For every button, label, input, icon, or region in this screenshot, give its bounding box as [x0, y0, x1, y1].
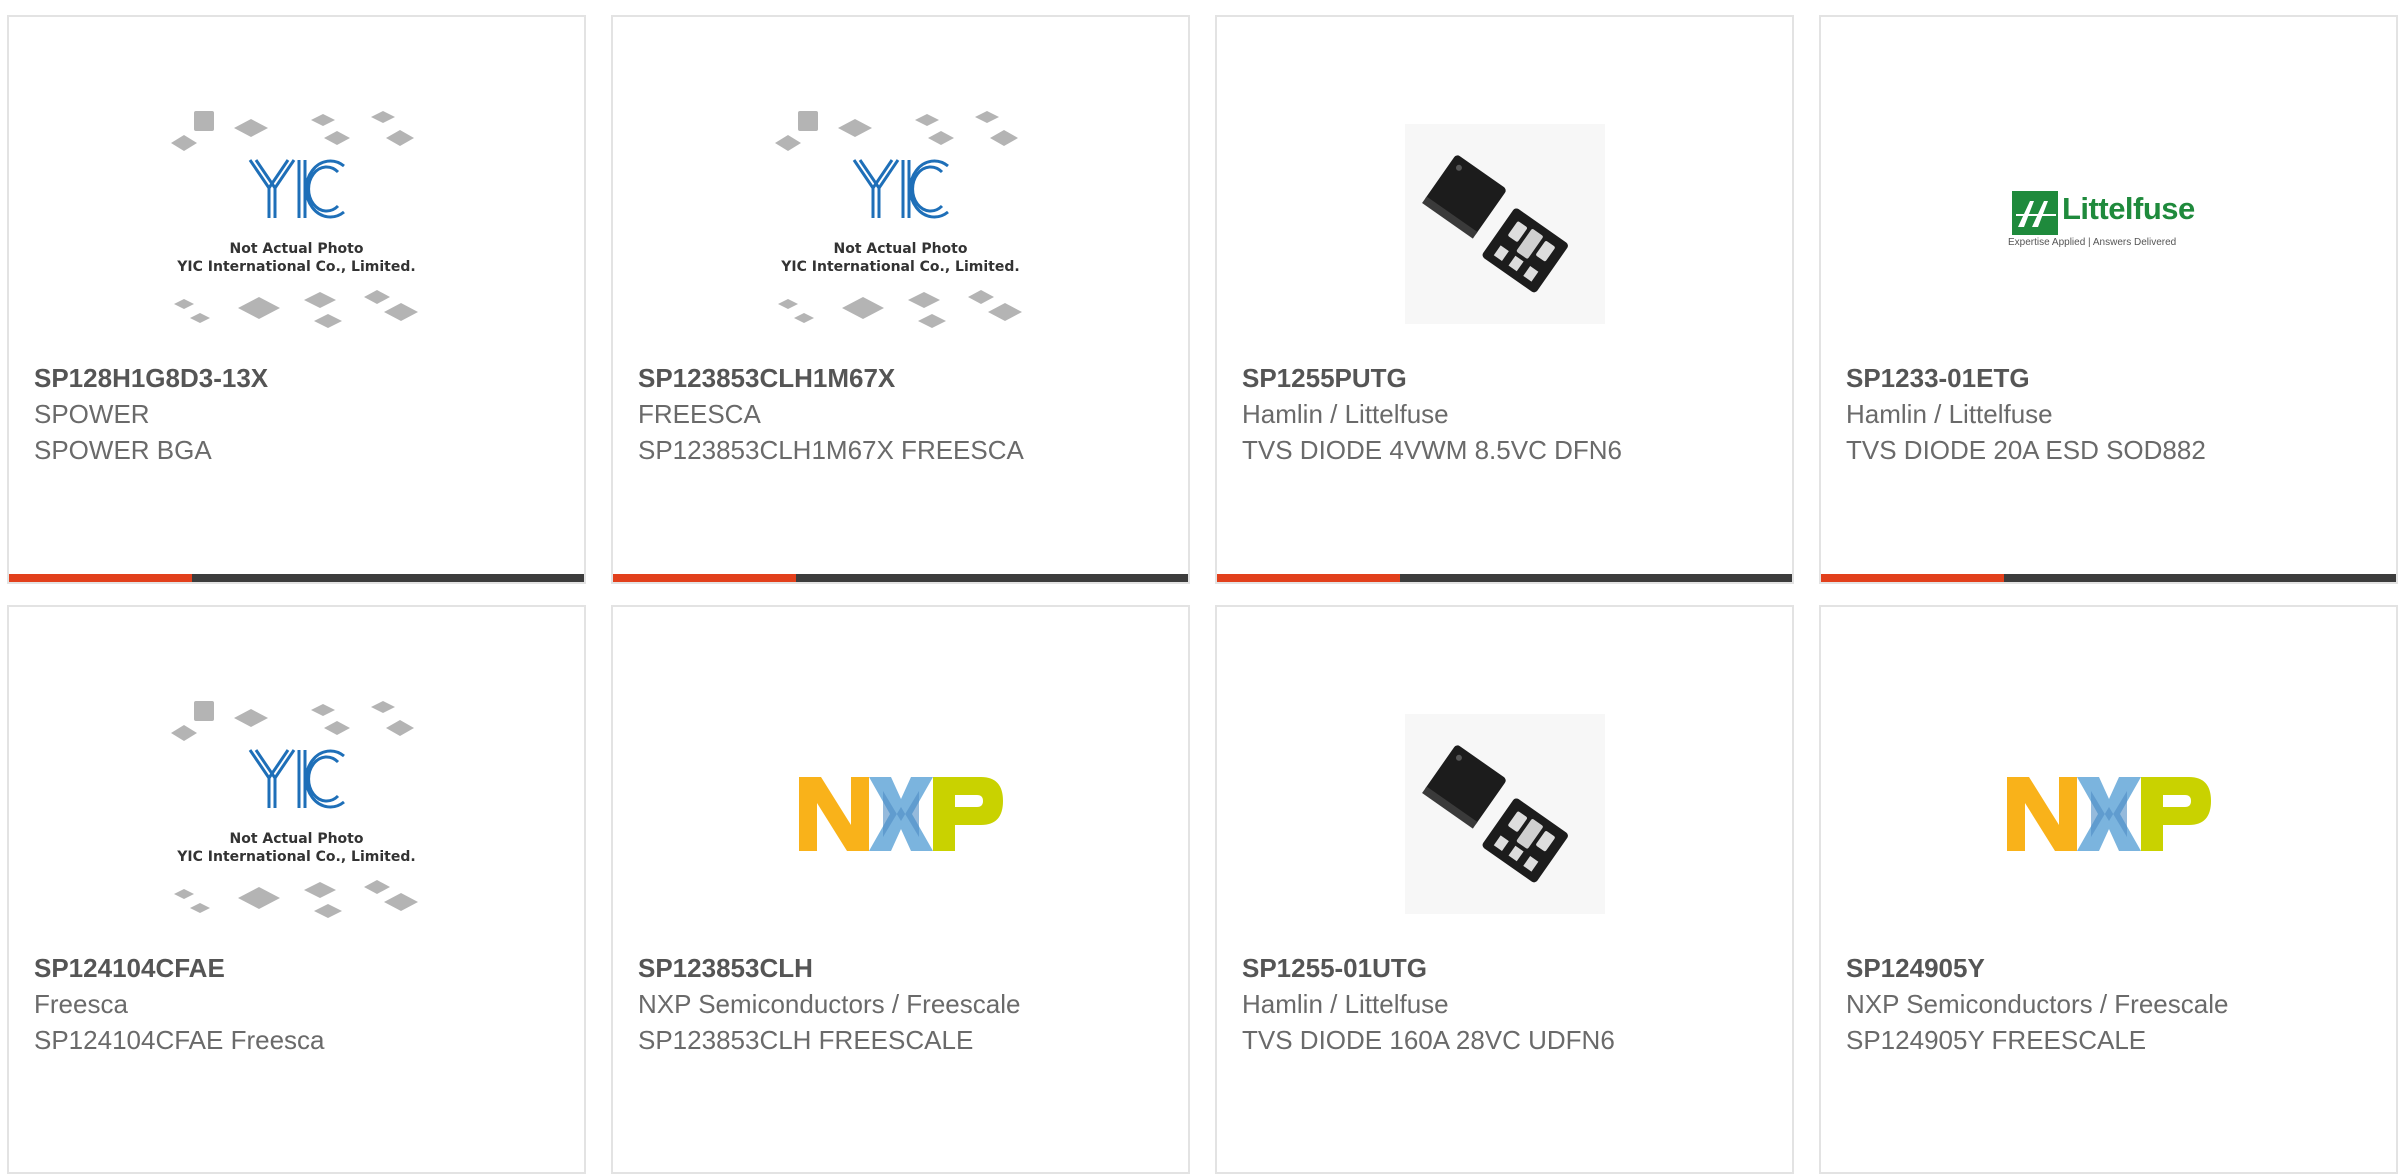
- card-bottom-bar: [9, 574, 584, 582]
- product-image[interactable]: [1217, 89, 1792, 359]
- dfn-chip-photo: [1404, 124, 1605, 324]
- part-number[interactable]: SP124104CFAE: [34, 950, 564, 986]
- part-number[interactable]: SP1255PUTG: [1242, 360, 1772, 396]
- yic-placeholder-image: Not Actual Photo YIC International Co., …: [770, 108, 1032, 341]
- product-card[interactable]: Not Actual Photo YIC International Co., …: [7, 15, 586, 584]
- product-card[interactable]: Not Actual Photo YIC International Co., …: [7, 605, 586, 1174]
- product-card[interactable]: SP123853CLH NXP Semiconductors / Freesca…: [611, 605, 1190, 1174]
- product-grid: Not Actual Photo YIC International Co., …: [7, 15, 2398, 1174]
- product-image[interactable]: Not Actual Photo YIC International Co., …: [9, 679, 584, 949]
- yic-placeholder-graphic: [774, 110, 1022, 328]
- image-caption: YIC International Co., Limited.: [177, 258, 416, 275]
- product-card[interactable]: Not Actual Photo YIC International Co., …: [611, 15, 1190, 584]
- description: SP123853CLH1M67X FREESCA: [638, 435, 1024, 465]
- product-image[interactable]: [1821, 679, 2396, 949]
- card-bottom-bar: [1217, 574, 1792, 582]
- dfn-chip-photo: [1404, 714, 1605, 914]
- product-image[interactable]: Not Actual Photo YIC International Co., …: [9, 89, 584, 359]
- card-accent: [9, 574, 192, 582]
- product-card[interactable]: Littelfuse Expertise Applied | Answers D…: [1819, 15, 2398, 584]
- littelfuse-mark-icon: [2012, 191, 2058, 235]
- card-bottom-bar: [613, 574, 1188, 582]
- part-number[interactable]: SP128H1G8D3-13X: [34, 360, 564, 396]
- part-number[interactable]: SP123853CLH1M67X: [638, 360, 1168, 396]
- description: SPOWER BGA: [34, 435, 212, 465]
- manufacturer: Hamlin / Littelfuse: [1242, 989, 1449, 1019]
- image-caption: Not Actual Photo: [833, 240, 968, 257]
- description: TVS DIODE 4VWM 8.5VC DFN6: [1242, 435, 1622, 465]
- yic-placeholder-graphic: [170, 110, 418, 328]
- product-image[interactable]: Not Actual Photo YIC International Co., …: [613, 89, 1188, 359]
- manufacturer: NXP Semiconductors / Freescale: [638, 989, 1021, 1019]
- description: SP123853CLH FREESCALE: [638, 1025, 974, 1055]
- product-card[interactable]: SP1255PUTG Hamlin / Littelfuse TVS DIODE…: [1215, 15, 1794, 584]
- brand-name: Littelfuse: [2062, 191, 2195, 226]
- image-caption: YIC International Co., Limited.: [781, 258, 1020, 275]
- nxp-logo: [2006, 777, 2211, 851]
- part-number[interactable]: SP1255-01UTG: [1242, 950, 1772, 986]
- description: SP124905Y FREESCALE: [1846, 1025, 2147, 1055]
- description: TVS DIODE 160A 28VC UDFN6: [1242, 1025, 1615, 1055]
- manufacturer: Hamlin / Littelfuse: [1242, 399, 1449, 429]
- manufacturer: Hamlin / Littelfuse: [1846, 399, 2053, 429]
- part-number[interactable]: SP123853CLH: [638, 950, 1168, 986]
- product-image[interactable]: Littelfuse Expertise Applied | Answers D…: [1821, 89, 2396, 359]
- image-caption: Not Actual Photo: [229, 240, 364, 257]
- description: TVS DIODE 20A ESD SOD882: [1846, 435, 2206, 465]
- manufacturer: SPOWER: [34, 399, 150, 429]
- yic-placeholder-image: Not Actual Photo YIC International Co., …: [166, 698, 428, 931]
- card-accent: [1217, 574, 1400, 582]
- manufacturer: NXP Semiconductors / Freescale: [1846, 989, 2229, 1019]
- manufacturer: Freesca: [34, 989, 128, 1019]
- yic-placeholder-graphic: [170, 700, 418, 918]
- description: SP124104CFAE Freesca: [34, 1025, 325, 1055]
- part-number[interactable]: SP124905Y: [1846, 950, 2376, 986]
- product-image[interactable]: [1217, 679, 1792, 949]
- image-caption: YIC International Co., Limited.: [177, 848, 416, 865]
- image-caption: Not Actual Photo: [229, 830, 364, 847]
- card-bottom-bar: [1821, 574, 2396, 582]
- brand-tagline: Expertise Applied | Answers Delivered: [2008, 237, 2177, 248]
- nxp-logo: [798, 777, 1003, 851]
- manufacturer: FREESCA: [638, 399, 761, 429]
- part-number[interactable]: SP1233-01ETG: [1846, 360, 2376, 396]
- product-card[interactable]: SP124905Y NXP Semiconductors / Freescale…: [1819, 605, 2398, 1174]
- product-card[interactable]: SP1255-01UTG Hamlin / Littelfuse TVS DIO…: [1215, 605, 1794, 1174]
- littelfuse-logo: Littelfuse Expertise Applied | Answers D…: [2006, 189, 2211, 259]
- card-accent: [1821, 574, 2004, 582]
- product-image[interactable]: [613, 679, 1188, 949]
- card-accent: [613, 574, 796, 582]
- yic-placeholder-image: Not Actual Photo YIC International Co., …: [166, 108, 428, 341]
